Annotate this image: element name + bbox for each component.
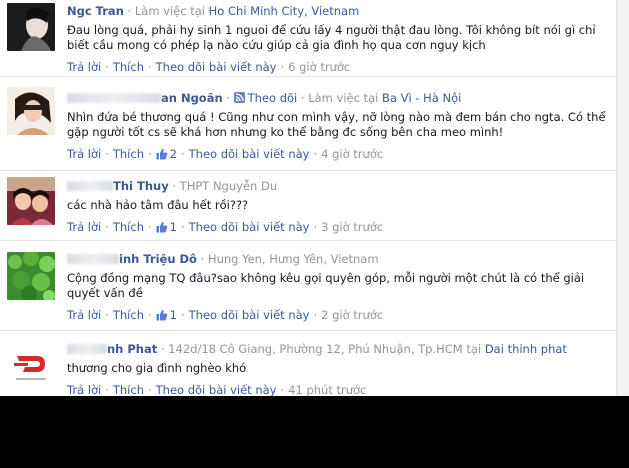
like-link[interactable]: Thích <box>113 383 144 396</box>
timestamp[interactable]: 6 giờ trước <box>288 60 350 74</box>
work-place-link[interactable]: Ho Chi Minh City, Vietnam <box>209 4 360 18</box>
follow-post-link[interactable]: Theo dõi bài viết này <box>156 383 277 396</box>
comment-text: Đau lòng quá, phải hy sinh 1 nguoi để cứ… <box>67 23 596 52</box>
timestamp[interactable]: 3 giờ trước <box>321 220 383 234</box>
author-name[interactable]: Ngc Tran <box>67 4 124 18</box>
work-prefix: tại <box>466 342 482 356</box>
avatar[interactable] <box>7 177 55 225</box>
avatar[interactable] <box>7 252 55 300</box>
comment-item: Ngc Tran · Làm việc tại Ho Chi Minh City… <box>0 0 616 77</box>
follow-post-link[interactable]: Theo dõi bài viết này <box>156 60 277 74</box>
comment-text: các nhà hảo tâm đâu hết rồi??? <box>67 198 249 212</box>
blurred-name-part <box>67 181 113 191</box>
thumb-up-icon <box>156 148 168 160</box>
comment-item: an Ngoãn · Theo dõi · Làm việc tại Ba Vì… <box>0 77 616 171</box>
timestamp[interactable]: 41 phút trước <box>288 383 366 396</box>
work-place-link[interactable]: Ba Vì - Hà Nội <box>382 91 461 105</box>
like-link[interactable]: Thích <box>113 308 144 322</box>
reply-link[interactable]: Trả lời <box>67 220 101 234</box>
comment-text: Cộng đồng mạng TQ đâu?sao không kêu gọi … <box>67 271 585 300</box>
timestamp[interactable]: 2 giờ trước <box>321 308 383 322</box>
thumb-up-icon <box>156 309 168 321</box>
work-prefix: Làm việc tại <box>134 4 205 18</box>
author-name[interactable]: inh Triệu Dô <box>119 252 197 266</box>
scroll-gutter <box>616 0 629 396</box>
follow-user-link[interactable]: Theo dõi <box>248 91 298 105</box>
like-link[interactable]: Thích <box>113 60 144 74</box>
follow-post-link[interactable]: Theo dõi bài viết này <box>189 147 310 161</box>
work-place-link[interactable]: Dai thinh phat <box>485 342 567 356</box>
like-count[interactable]: 2 <box>156 147 177 161</box>
avatar[interactable] <box>7 3 55 51</box>
thumb-up-icon <box>156 221 168 233</box>
timestamp[interactable]: 4 giờ trước <box>321 147 383 161</box>
reply-link[interactable]: Trả lời <box>67 147 101 161</box>
like-count[interactable]: 1 <box>156 308 177 322</box>
comment-text: thương cho gia đình nghèo khó <box>67 361 247 375</box>
like-link[interactable]: Thích <box>113 220 144 234</box>
like-link[interactable]: Thích <box>113 147 144 161</box>
school-info: THPT Nguyễn Du <box>179 179 278 193</box>
reply-link[interactable]: Trả lời <box>67 383 101 396</box>
like-count[interactable]: 1 <box>156 220 177 234</box>
author-name[interactable]: an Ngoãn <box>161 91 223 105</box>
blurred-name-part <box>67 344 107 354</box>
comment-text: Nhìn đứa bé thương quá ! Cũng như con mì… <box>67 110 606 139</box>
follow-post-link[interactable]: Theo dõi bài viết này <box>189 220 310 234</box>
comment-list: Ngc Tran · Làm việc tại Ho Chi Minh City… <box>0 0 629 396</box>
work-prefix: Làm việc tại <box>308 91 379 105</box>
comment-item: Thi Thuy · THPT Nguyễn Du các nhà hảo tâ… <box>0 171 616 241</box>
avatar[interactable] <box>7 87 55 135</box>
blurred-name-part <box>67 93 161 103</box>
author-name[interactable]: Thi Thuy <box>113 179 169 193</box>
follow-post-link[interactable]: Theo dõi bài viết này <box>189 308 310 322</box>
author-name[interactable]: nh Phat <box>107 342 157 356</box>
blurred-name-part <box>67 254 119 264</box>
reply-link[interactable]: Trả lời <box>67 60 101 74</box>
rss-follow-icon[interactable] <box>233 91 248 105</box>
avatar[interactable] <box>7 342 55 390</box>
address-info: 142d/18 Cô Giang, Phường 12, Phú Nhuận, … <box>168 342 463 356</box>
location-info: Hung Yen, Hưng Yên, Vietnam <box>207 252 379 266</box>
comment-item: nh Phat · 142d/18 Cô Giang, Phường 12, P… <box>0 331 616 396</box>
comment-item: inh Triệu Dô · Hung Yen, Hưng Yên, Vietn… <box>0 241 616 331</box>
reply-link[interactable]: Trả lời <box>67 308 101 322</box>
